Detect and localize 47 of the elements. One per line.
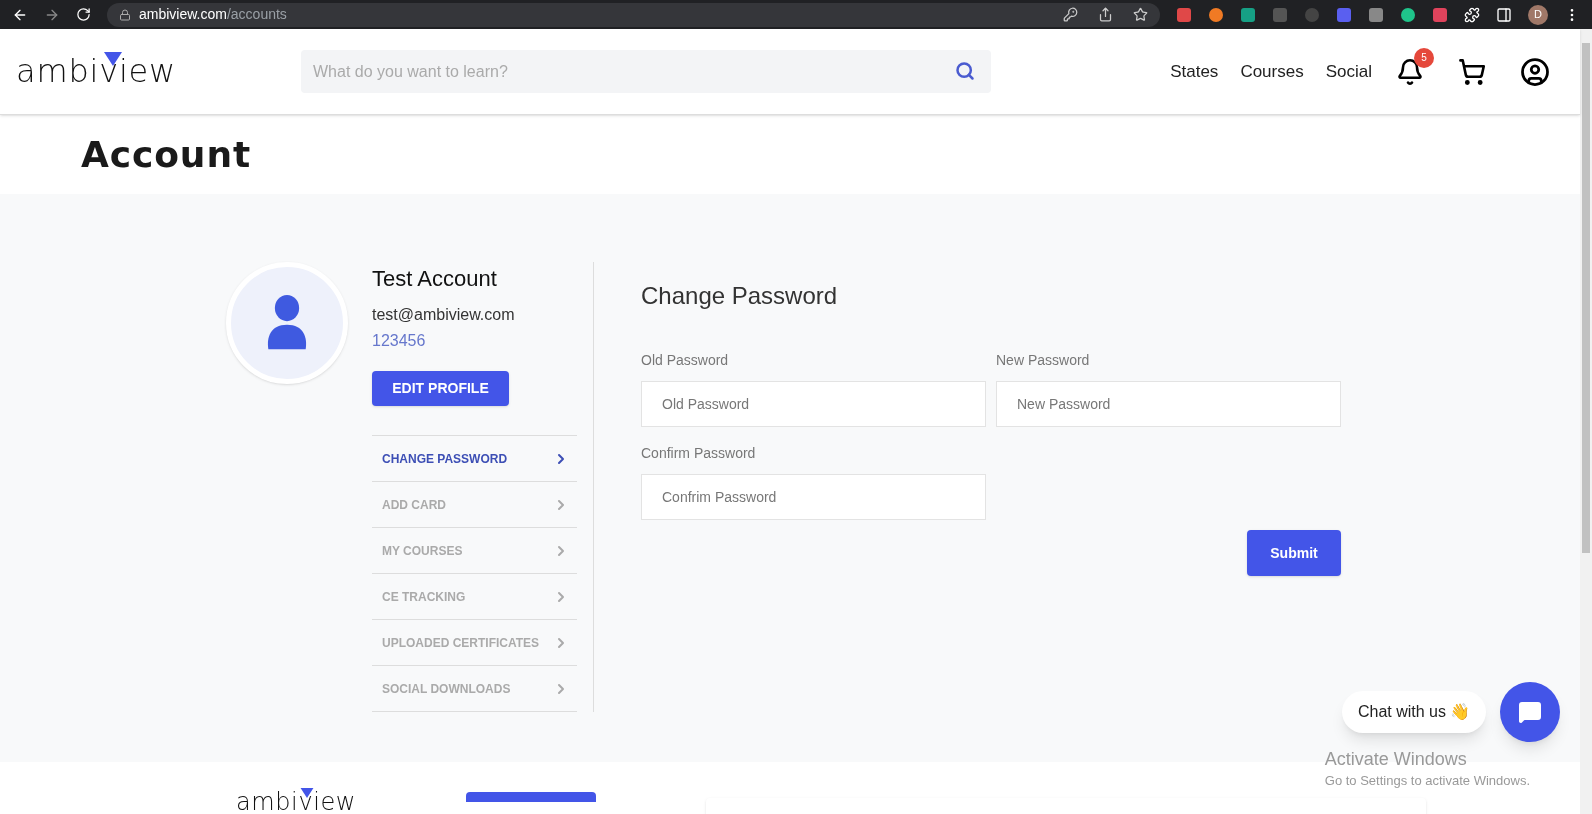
share-icon[interactable]: [1098, 7, 1113, 22]
password-field[interactable]: Confrim Password: [641, 474, 986, 520]
address-bar[interactable]: ambiview.com/accounts: [107, 2, 1160, 27]
profile-name: Test Account: [372, 265, 498, 293]
activation-text: Go to Settings to activate Windows.: [1324, 771, 1530, 790]
extensions-icon[interactable]: [1464, 6, 1480, 23]
extension-icon[interactable]: [1240, 6, 1256, 23]
nav-link[interactable]: States: [1170, 58, 1219, 85]
password-field[interactable]: Old Password: [641, 381, 986, 427]
page-title: Account: [81, 132, 252, 177]
extension-icon[interactable]: [1400, 6, 1416, 23]
cart-icon[interactable]: [1458, 57, 1486, 86]
extension-icon[interactable]: [1432, 6, 1448, 23]
notification-badge: 5: [1414, 47, 1434, 68]
profile-email: test@ambiview.com: [372, 305, 516, 325]
submit-button[interactable]: Submit: [1247, 530, 1341, 576]
chat-icon: [1518, 700, 1542, 724]
reload-icon[interactable]: [76, 7, 91, 22]
password-field[interactable]: New Password: [996, 381, 1341, 427]
field-label: Confirm Password: [641, 444, 757, 463]
search-icon[interactable]: [955, 61, 975, 81]
key-icon[interactable]: [1063, 7, 1078, 22]
profile-avatar[interactable]: D: [1528, 4, 1548, 25]
extension-icon[interactable]: [1336, 6, 1352, 23]
extension-icon[interactable]: [1176, 6, 1192, 23]
extension-icon[interactable]: [1208, 6, 1224, 23]
logo[interactable]: ambiview: [236, 790, 357, 814]
search-field[interactable]: What do you want to learn?: [301, 50, 991, 93]
scrollbar[interactable]: [1580, 29, 1592, 814]
activation-title: Activate Windows: [1324, 748, 1468, 771]
nav-link[interactable]: Social: [1325, 58, 1372, 85]
chat-label[interactable]: Chat with us 👋: [1341, 691, 1486, 733]
field-label: New Password: [996, 351, 1091, 370]
logo[interactable]: ambiview: [16, 54, 177, 87]
extension-icon[interactable]: [1368, 6, 1384, 23]
url-text: ambiview.com/accounts: [139, 5, 287, 24]
field-label: Old Password: [641, 351, 730, 370]
lock-icon: [119, 8, 131, 21]
menu-item[interactable]: CHANGE PASSWORD: [372, 436, 577, 482]
nav-link[interactable]: Courses: [1240, 58, 1304, 85]
star-icon[interactable]: [1133, 7, 1148, 22]
account-icon[interactable]: [1520, 56, 1550, 87]
edit-profile-button[interactable]: EDIT PROFILE: [372, 371, 509, 406]
form-title: Change Password: [641, 281, 839, 311]
profile-id: 123456: [372, 331, 427, 351]
side-panel-icon[interactable]: [1496, 6, 1512, 23]
user-icon: [266, 295, 308, 351]
